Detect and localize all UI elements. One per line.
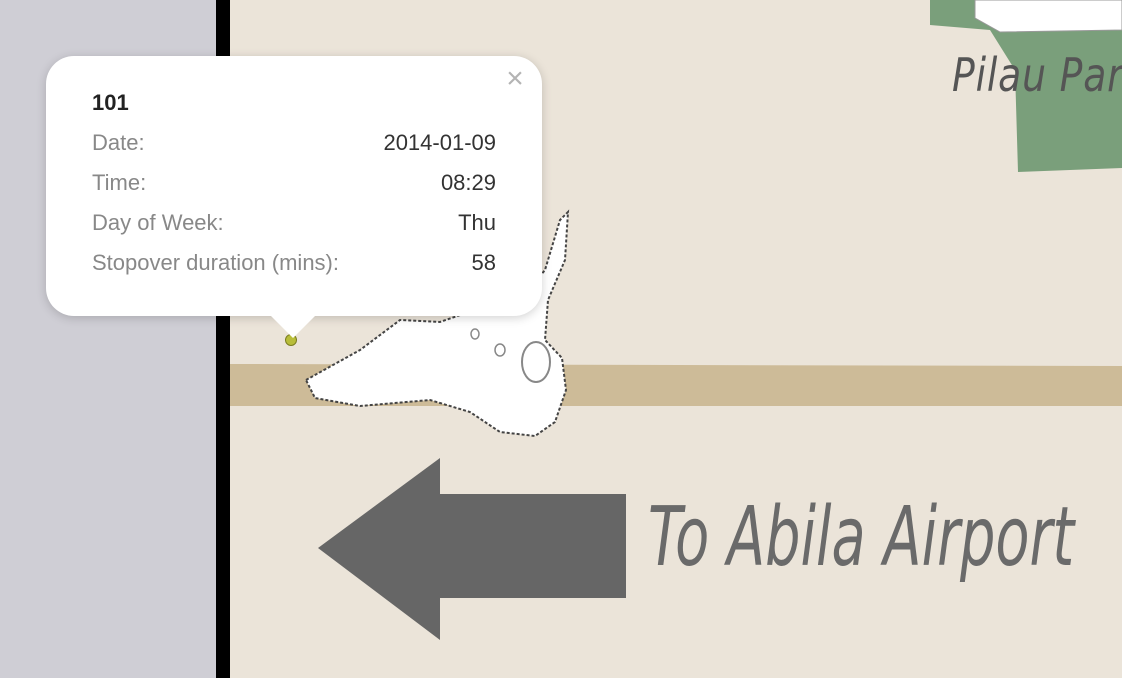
popup-row-time: Time: 08:29 [92, 170, 496, 210]
map-view[interactable]: Pilau Park To Abila Airport × 101 Date: … [0, 0, 1122, 678]
close-icon[interactable]: × [500, 62, 530, 96]
row-label: Day of Week: [92, 210, 224, 235]
park-label: Pilau Park [952, 48, 1122, 102]
row-value: Thu [458, 210, 496, 235]
row-label: Time: [92, 170, 147, 195]
row-value: 2014-01-09 [383, 130, 496, 155]
row-value: 08:29 [440, 170, 496, 195]
row-label: Date: [92, 130, 145, 155]
airport-arrow [318, 458, 626, 640]
park-landmark [974, 0, 1122, 33]
popup-title: 101 [92, 90, 129, 115]
row-value: 58 [471, 250, 496, 275]
popup-row-day: Day of Week: Thu [92, 210, 496, 250]
popup-row-duration: Stopover duration (mins): 58 [92, 250, 496, 290]
popup-row-date: Date: 2014-01-09 [92, 130, 496, 170]
airport-label: To Abila Airport [648, 490, 1075, 585]
info-popup: × 101 Date: 2014-01-09 Time: 08:29 Day o… [46, 56, 542, 338]
popup-tip [269, 314, 317, 338]
row-label: Stopover duration (mins): [92, 250, 339, 275]
